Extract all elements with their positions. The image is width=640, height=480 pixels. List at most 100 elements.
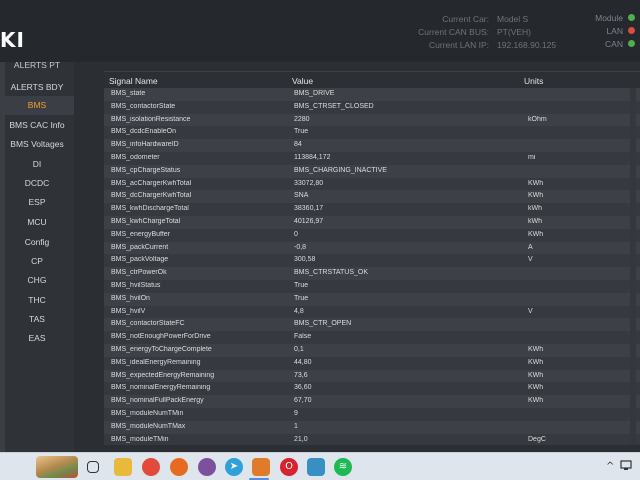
tray-network-icon[interactable] xyxy=(620,459,632,471)
signal-name-cell: BMS_dcdcEnableOn xyxy=(111,128,176,136)
signal-units-cell: KWh xyxy=(528,192,544,200)
sidebar-item-bms-voltages[interactable]: BMS Voltages xyxy=(0,135,74,154)
sidebar-item-tas[interactable]: TAS xyxy=(0,310,74,329)
signal-name-cell: BMS_notEnoughPowerForDrive xyxy=(111,333,211,341)
table-row[interactable]: BMS_state BMS_DRIVE xyxy=(104,88,640,101)
table-row[interactable]: BMS_isolationResistance 2280 kOhm xyxy=(104,113,640,127)
table-row[interactable]: BMS_dcChargerKwhTotal SNA KWh xyxy=(104,190,640,204)
table-row[interactable]: BMS_packVoltage 300,58 V xyxy=(104,254,640,268)
signal-value-cell: 21,0 xyxy=(294,435,308,443)
table-row[interactable]: BMS_moduleTMin 21,0 DegC xyxy=(104,433,640,445)
signal-value-cell: BMS_DRIVE xyxy=(294,90,335,97)
column-header-units[interactable]: Units xyxy=(524,76,543,86)
signal-name-cell: BMS_cpChargeStatus xyxy=(111,166,181,174)
sidebar-item-thc[interactable]: THC xyxy=(0,291,74,310)
column-header-value[interactable]: Value xyxy=(292,76,313,86)
current-car-label: Current Car: xyxy=(442,14,489,24)
current-car-row: Current Car: Model S xyxy=(442,14,595,25)
table-row[interactable]: BMS_moduleNumTMin 9 xyxy=(104,407,640,421)
signal-table: Signal Name Value Units BMS_state BMS_DRI… xyxy=(104,74,640,445)
app-fox-icon[interactable] xyxy=(252,458,270,476)
signal-name-cell: BMS_kwhDischargeTotal xyxy=(111,205,189,213)
table-row[interactable]: BMS_energyBuffer 0 KWh xyxy=(104,228,640,242)
signal-value-cell: True xyxy=(294,281,309,289)
signal-name-cell: BMS_contactorStateFC xyxy=(111,320,185,328)
table-row[interactable]: BMS_hvilV 4,8 V xyxy=(104,305,640,319)
signal-name-cell: BMS_expectedEnergyRemaining xyxy=(111,371,215,379)
sidebar-item-chg[interactable]: CHG xyxy=(0,271,74,290)
signal-units-cell: kWh xyxy=(528,217,542,225)
sidebar-item-mcu[interactable]: MCU xyxy=(0,213,74,232)
table-row[interactable]: BMS_ctrPowerOk BMS_CTRSTATUS_OK xyxy=(104,267,640,280)
lan-status-label: LAN xyxy=(606,26,623,36)
sidebar-item-eas[interactable]: EAS xyxy=(0,329,74,348)
table-header: Signal Name Value Units xyxy=(104,74,640,88)
table-row[interactable]: BMS_expectedEnergyRemaining 73,6 KWh xyxy=(104,369,640,383)
signal-units-cell: DegC xyxy=(528,435,546,443)
sidebar-item-esp[interactable]: ESP xyxy=(0,193,74,212)
signal-name-cell: BMS_moduleNumTMin xyxy=(111,409,184,417)
file-explorer-icon[interactable] xyxy=(114,458,132,476)
table-row[interactable]: BMS_dcdcEnableOn True xyxy=(104,126,640,140)
signal-value-cell: 67,70 xyxy=(294,397,312,405)
signal-value-cell: 2280 xyxy=(294,115,310,123)
table-row[interactable]: BMS_notEnoughPowerForDrive False xyxy=(104,331,640,344)
table-row[interactable]: BMS_nominalEnergyRemaining 36,60 KWh xyxy=(104,382,640,396)
module-status-dot-icon xyxy=(628,14,635,21)
sidebar-item-alerts-bdy[interactable]: ALERTS BDY xyxy=(0,78,74,97)
table-row[interactable]: BMS_hvilOn True xyxy=(104,292,640,306)
signal-name-cell: BMS_contactorState xyxy=(111,102,176,110)
tray-chevron-icon[interactable]: ^ xyxy=(606,461,614,472)
sidebar-item-di[interactable]: DI xyxy=(0,155,74,174)
table-row[interactable]: BMS_infoHardwareID 84 xyxy=(104,139,640,152)
sidebar-item-dcdc[interactable]: DCDC xyxy=(0,174,74,193)
signal-name-cell: BMS_infoHardwareID xyxy=(111,141,179,149)
lan-ip-value: 192.168.90.125 xyxy=(497,40,557,50)
signal-value-cell: True xyxy=(294,294,309,302)
table-row[interactable]: BMS_packCurrent -0,8 A xyxy=(104,241,640,255)
opera-icon[interactable]: O xyxy=(280,458,298,476)
signal-value-cell: 0 xyxy=(294,230,298,238)
task-view-icon[interactable] xyxy=(87,461,99,473)
signal-value-cell: 40126,97 xyxy=(294,217,324,225)
table-row[interactable]: BMS_energyToChargeComplete 0,1 KWh xyxy=(104,343,640,357)
firefox-icon[interactable] xyxy=(170,458,188,476)
telegram-icon[interactable]: ➤ xyxy=(225,458,243,476)
sidebar-item-bms[interactable]: BMS xyxy=(0,96,74,115)
signal-units-cell: KWh xyxy=(528,179,544,187)
table-row[interactable]: BMS_kwhChargeTotal 40126,97 kWh xyxy=(104,215,640,229)
signal-units-cell: kWh xyxy=(528,205,542,213)
sidebar-item-alerts-pt[interactable]: ALERTS PT xyxy=(0,56,74,75)
signal-name-cell: BMS_moduleTMin xyxy=(111,435,169,443)
table-row[interactable]: BMS_odometer 113884,172 mi xyxy=(104,151,640,165)
signal-value-cell: 73,6 xyxy=(294,371,308,379)
table-row[interactable]: BMS_hvilStatus True xyxy=(104,279,640,293)
viber-icon[interactable] xyxy=(198,458,216,476)
signal-name-cell: BMS_packVoltage xyxy=(111,256,169,264)
chrome-icon[interactable] xyxy=(142,458,160,476)
signal-units-cell: V xyxy=(528,256,533,264)
signal-units-cell: V xyxy=(528,307,533,315)
signal-value-cell: 33072,80 xyxy=(294,179,324,187)
table-row[interactable]: BMS_nominalFullPackEnergy 67,70 KWh xyxy=(104,395,640,408)
table-row[interactable]: BMS_idealEnergyRemaining 44,80 KWh xyxy=(104,356,640,370)
column-header-signal-name[interactable]: Signal Name xyxy=(109,76,158,86)
notepad-icon[interactable] xyxy=(307,458,325,476)
sidebar-item-cp[interactable]: CP xyxy=(0,252,74,271)
sidebar-item-config[interactable]: Config xyxy=(0,233,74,252)
table-row[interactable]: BMS_moduleNumTMax 1 xyxy=(104,420,640,434)
table-scrollbar[interactable] xyxy=(630,88,636,445)
spotify-icon[interactable]: ≋ xyxy=(334,458,352,476)
signal-units-cell: KWh xyxy=(528,230,544,238)
table-row[interactable]: BMS_contactorState BMS_CTRSET_CLOSED xyxy=(104,100,640,114)
signal-name-cell: BMS_state xyxy=(111,90,146,97)
table-row[interactable]: BMS_cpChargeStatus BMS_CHARGING_INACTIVE xyxy=(104,164,640,178)
desktop-thumbnail-icon[interactable] xyxy=(36,456,78,478)
signal-value-cell: BMS_CTR_OPEN xyxy=(294,320,352,328)
sidebar-item-bms-cac-info[interactable]: BMS CAC Info xyxy=(0,116,74,135)
table-row[interactable]: BMS_kwhDischargeTotal 38360,17 kWh xyxy=(104,203,640,216)
taskbar: ➤ O ≋ ^ xyxy=(0,452,640,480)
signal-value-cell: True xyxy=(294,128,309,136)
table-row[interactable]: BMS_contactorStateFC BMS_CTR_OPEN xyxy=(104,318,640,332)
table-row[interactable]: BMS_acChargerKwhTotal 33072,80 KWh xyxy=(104,177,640,191)
